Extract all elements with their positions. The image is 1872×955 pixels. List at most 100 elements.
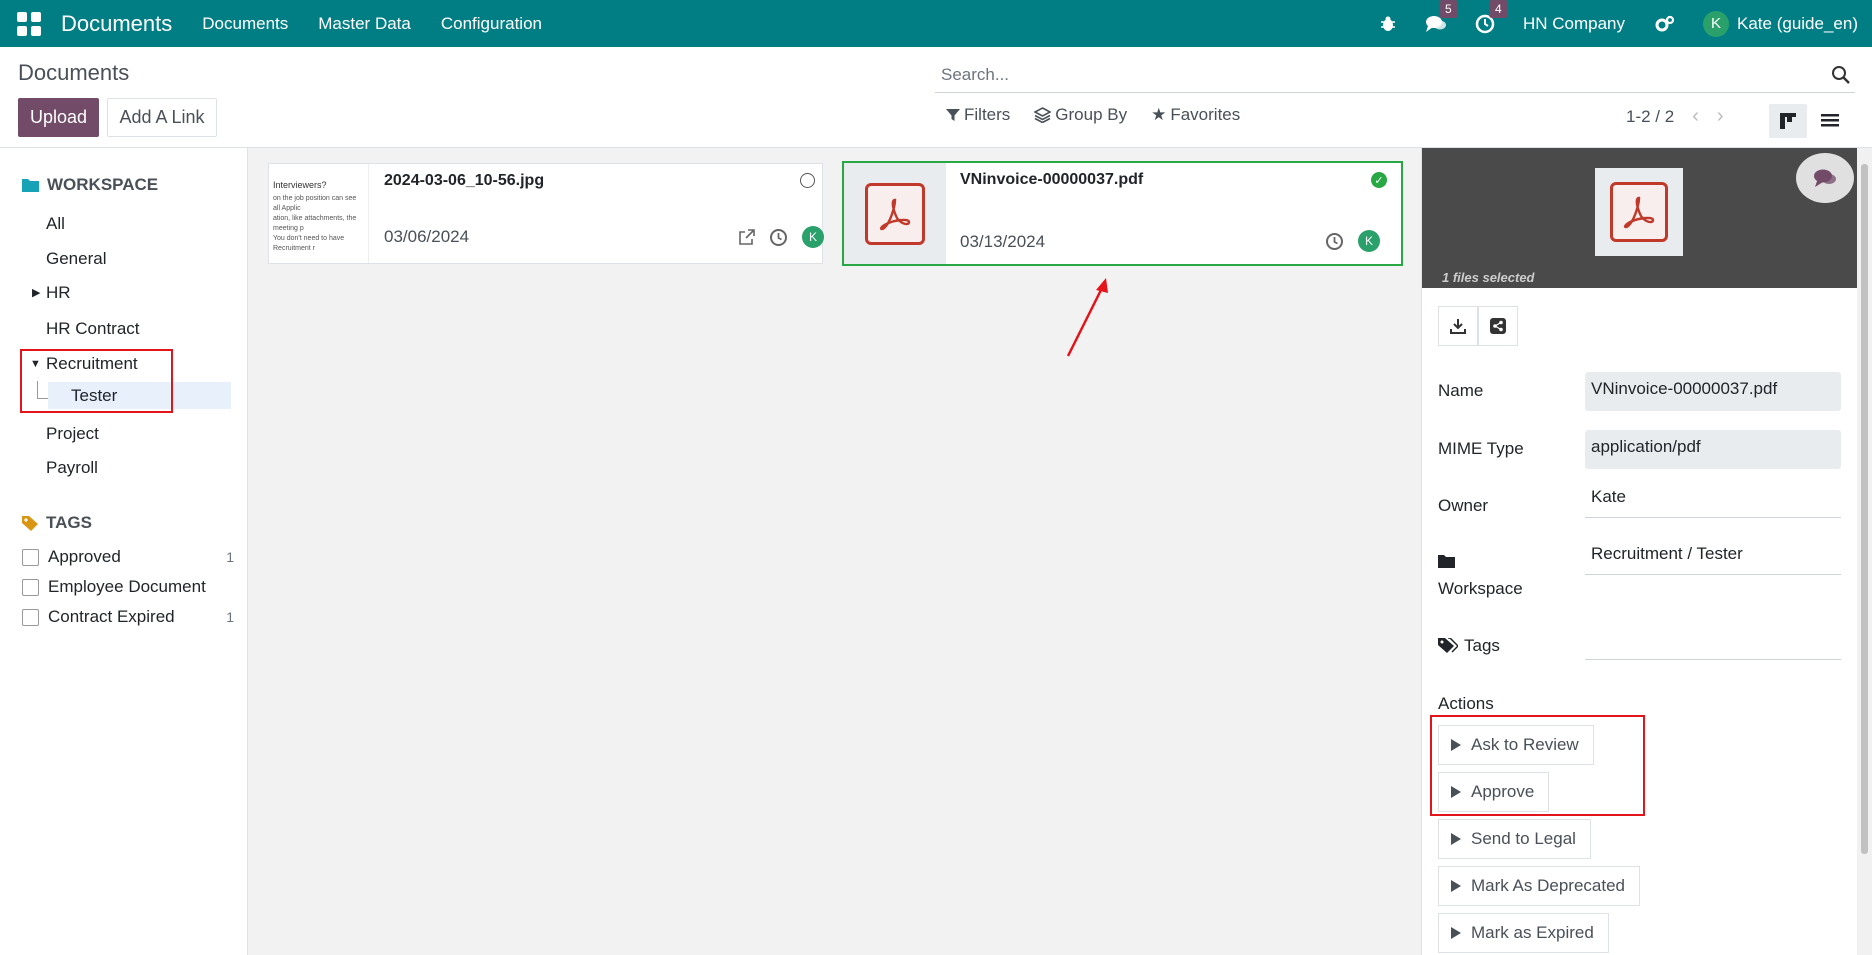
groupby-label: Group By — [1055, 105, 1128, 124]
mark-as-expired-button[interactable]: Mark as Expired — [1438, 913, 1609, 953]
tag-contract-expired[interactable]: Contract Expired 1 — [22, 607, 234, 627]
search-icon[interactable] — [1831, 65, 1851, 85]
inspector-scrollbar[interactable] — [1857, 148, 1872, 955]
chat-icon — [1814, 169, 1836, 187]
mime-type-field: application/pdf — [1585, 430, 1841, 469]
preview-area: 1 files selected — [1422, 148, 1858, 288]
tag-count: 1 — [226, 609, 234, 625]
action-label: Mark as Expired — [1471, 923, 1594, 942]
activity-clock-icon[interactable] — [769, 228, 788, 247]
star-icon: ★ — [1151, 105, 1167, 124]
activities-badge: 4 — [1488, 0, 1508, 18]
document-date: 03/13/2024 — [960, 232, 1046, 251]
tag-checkbox[interactable] — [22, 548, 39, 566]
filters-dropdown[interactable]: Filters — [946, 105, 1010, 125]
apps-menu-icon[interactable] — [17, 11, 41, 36]
list-view-button[interactable] — [1811, 104, 1849, 138]
tags-field[interactable] — [1585, 626, 1841, 660]
pdf-icon — [1610, 182, 1668, 242]
kanban-view-icon — [1780, 113, 1796, 129]
workspace-all[interactable]: All — [46, 214, 65, 234]
user-menu[interactable]: Kate (guide_en) — [1737, 14, 1858, 34]
upload-button[interactable]: Upload — [18, 98, 99, 137]
owner-avatar[interactable]: K — [1358, 230, 1380, 252]
settings-gears-icon[interactable] — [1655, 15, 1675, 33]
name-field[interactable]: VNinvoice-00000037.pdf — [1585, 372, 1841, 411]
image-thumbnail[interactable]: Interviewers? on the job position can se… — [269, 164, 369, 263]
workspace-hr[interactable]: HR — [46, 283, 71, 303]
messages-icon[interactable]: 5 — [1425, 0, 1458, 34]
play-icon — [1451, 833, 1461, 845]
tag-label: Contract Expired — [48, 607, 175, 626]
pdf-thumbnail[interactable] — [844, 163, 946, 264]
search-input[interactable] — [935, 64, 1831, 85]
annotation-box-workspace — [20, 349, 173, 413]
sidebar: WORKSPACE All General ▶ HR HR Contract ▼… — [0, 148, 248, 955]
tag-checkbox[interactable] — [22, 578, 39, 596]
document-card[interactable]: Interviewers? on the job position can se… — [268, 163, 824, 264]
document-date: 03/06/2024 — [384, 227, 470, 246]
send-to-legal-button[interactable]: Send to Legal — [1438, 819, 1591, 859]
menu-documents[interactable]: Documents — [202, 14, 288, 34]
pager-value[interactable]: 1-2 / 2 — [1626, 107, 1674, 127]
menu-configuration[interactable]: Configuration — [441, 14, 542, 34]
select-radio-icon[interactable] — [800, 173, 815, 188]
annotation-box-actions — [1430, 715, 1645, 816]
external-link-icon[interactable] — [738, 228, 755, 246]
chatter-button[interactable] — [1796, 153, 1854, 203]
play-icon — [1451, 880, 1461, 892]
groupby-dropdown[interactable]: Group By — [1034, 105, 1127, 125]
share-button[interactable] — [1478, 306, 1518, 346]
app-brand[interactable]: Documents — [61, 11, 172, 37]
favorites-dropdown[interactable]: ★ Favorites — [1151, 105, 1240, 125]
workspace-payroll[interactable]: Payroll — [46, 458, 98, 478]
owner-avatar[interactable]: K — [802, 226, 824, 248]
add-link-button[interactable]: Add A Link — [107, 98, 217, 137]
document-name[interactable]: 2024-03-06_10-56.jpg — [384, 172, 544, 190]
workspace-header: WORKSPACE — [22, 175, 158, 195]
action-label: Send to Legal — [1471, 829, 1576, 848]
folder-icon — [22, 179, 39, 192]
menu-master-data[interactable]: Master Data — [318, 14, 411, 34]
name-label: Name — [1438, 381, 1484, 400]
tag-checkbox[interactable] — [22, 608, 39, 626]
layers-icon — [1034, 107, 1052, 123]
debug-bug-icon[interactable] — [1379, 15, 1397, 33]
document-card-selected[interactable]: VNinvoice-00000037.pdf 03/13/2024 ✓ K — [842, 161, 1403, 266]
workspace-label: Workspace — [1438, 579, 1523, 598]
download-button[interactable] — [1438, 306, 1478, 346]
document-name[interactable]: VNinvoice-00000037.pdf — [960, 171, 1143, 189]
scrollbar-thumb[interactable] — [1861, 164, 1868, 854]
preview-thumbnail[interactable] — [1595, 168, 1683, 256]
files-selected-text: 1 files selected — [1442, 270, 1535, 285]
selected-check-icon[interactable]: ✓ — [1371, 172, 1387, 188]
workspace-field[interactable]: Recruitment / Tester — [1585, 541, 1841, 575]
kanban-area: Interviewers? on the job position can se… — [248, 148, 1421, 955]
page-title: Documents — [18, 60, 130, 85]
folder-icon — [1438, 555, 1455, 568]
activities-clock-icon[interactable]: 4 — [1475, 0, 1508, 34]
tag-employee-document[interactable]: Employee Document — [22, 577, 232, 597]
tags-label: Tags — [1464, 636, 1500, 655]
tags-header: TAGS — [22, 513, 92, 533]
kanban-view-button[interactable] — [1769, 104, 1807, 138]
workspace-general[interactable]: General — [46, 249, 106, 269]
pager-previous-icon[interactable]: ‹ — [1692, 105, 1699, 128]
tag-approved[interactable]: Approved 1 — [22, 547, 234, 567]
workspace-project[interactable]: Project — [46, 424, 99, 444]
activity-clock-icon[interactable] — [1325, 232, 1344, 251]
thumbnail-line: You don't need to have Recruitment r — [273, 235, 345, 252]
user-avatar[interactable]: K — [1703, 10, 1730, 37]
company-switcher[interactable]: HN Company — [1523, 14, 1625, 34]
pager-next-icon[interactable]: › — [1717, 105, 1724, 128]
pdf-icon — [865, 182, 925, 245]
favorites-label: Favorites — [1170, 105, 1241, 124]
tags-header-label: TAGS — [46, 513, 92, 532]
mark-as-deprecated-button[interactable]: Mark As Deprecated — [1438, 866, 1641, 906]
messages-badge: 5 — [1438, 0, 1458, 18]
caret-right-icon[interactable]: ▶ — [32, 286, 40, 299]
thumbnail-line: on the job position can see all Applic — [273, 195, 357, 212]
search-bar — [935, 57, 1855, 93]
workspace-hr-contract[interactable]: HR Contract — [46, 319, 140, 339]
owner-field[interactable]: Kate — [1585, 484, 1841, 518]
